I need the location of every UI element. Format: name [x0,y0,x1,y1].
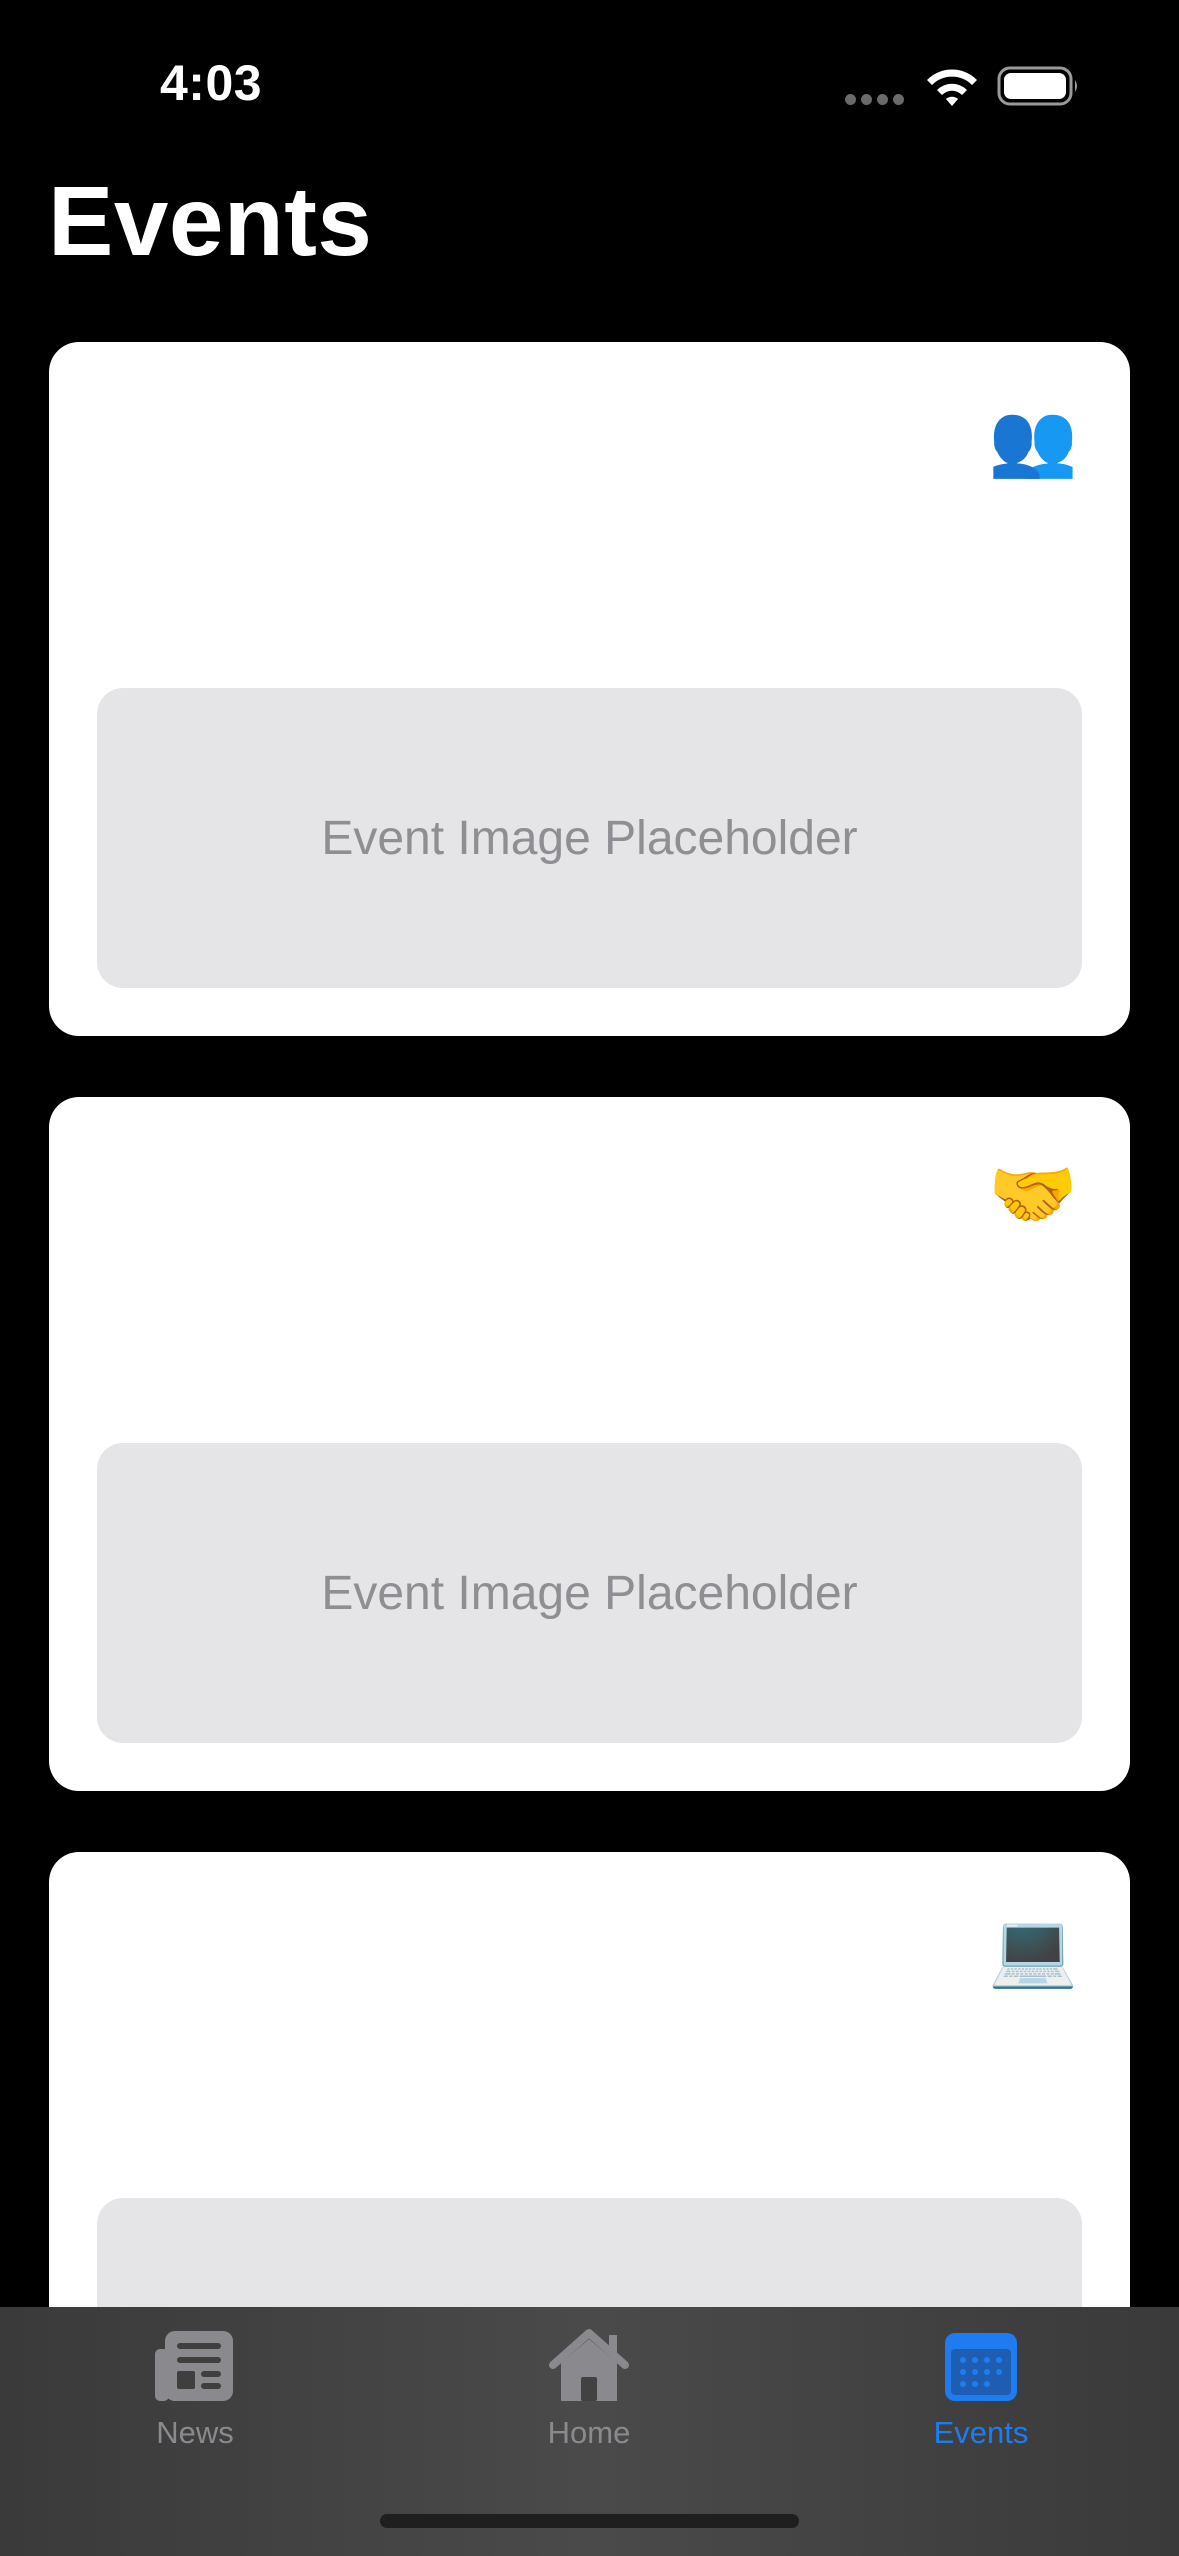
cellular-signal-icon [845,94,905,106]
tab-label: Events [933,2415,1029,2450]
event-image-label: Event Image Placeholder [321,1566,858,1620]
status-time: 4:03 [160,55,263,111]
wifi-icon [927,69,977,106]
laptop-icon: 💻 [988,1910,1078,1990]
home-indicator[interactable] [380,2514,799,2528]
newspaper-icon [155,2331,233,2401]
calendar-icon [945,2333,1017,2401]
event-image-placeholder: Event Image Placeholder [97,688,1082,988]
tab-label: Home [547,2415,631,2450]
tab-news[interactable]: News [85,2327,305,2467]
tab-label: News [156,2415,234,2450]
event-card[interactable]: 🤝 Event Image Placeholder [49,1097,1130,1791]
event-image-placeholder: Event Image Placeholder [97,1443,1082,1743]
event-image-label: Event Image Placeholder [321,811,858,865]
event-card[interactable]: 👥 Event Image Placeholder [49,342,1130,1036]
tab-events[interactable]: Events [871,2327,1091,2467]
battery-icon [997,66,1077,106]
status-bar: 4:03 [0,0,1179,170]
tab-home[interactable]: Home [479,2327,699,2467]
handshake-icon: 🤝 [988,1155,1078,1235]
people-icon: 👥 [988,400,1078,480]
house-icon [549,2329,629,2401]
page-title: Events [48,166,373,276]
